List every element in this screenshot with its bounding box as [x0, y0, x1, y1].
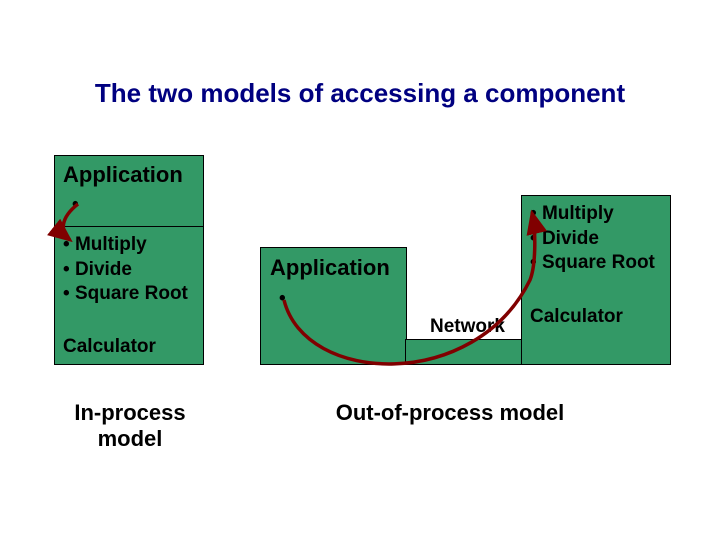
right-op-divide: • Divide	[530, 227, 662, 252]
right-application-box: Application •	[260, 247, 407, 365]
slide-title: The two models of accessing a component	[0, 78, 720, 109]
right-op-sqrt: • Square Root	[530, 251, 662, 276]
network-bar	[405, 339, 523, 365]
left-calculator-label: Calculator	[63, 336, 156, 358]
right-model-caption: Out-of-process model	[260, 400, 640, 426]
left-op-sqrt: • Square Root	[63, 282, 195, 307]
right-caller-dot: •	[279, 288, 286, 310]
left-calculator-box: • Multiply • Divide • Square Root Calcul…	[54, 226, 204, 365]
left-op-multiply: • Multiply	[63, 233, 195, 258]
left-caller-dot: •	[72, 194, 79, 216]
left-op-divide: • Divide	[63, 258, 195, 283]
right-application-label: Application	[270, 255, 390, 281]
right-calculator-box: • Multiply • Divide • Square Root Calcul…	[521, 195, 671, 365]
network-label: Network	[430, 316, 505, 338]
left-model-caption: In-process model	[65, 400, 195, 452]
left-application-label: Application	[63, 162, 183, 188]
right-op-multiply: • Multiply	[530, 202, 662, 227]
right-calculator-label: Calculator	[530, 306, 623, 328]
